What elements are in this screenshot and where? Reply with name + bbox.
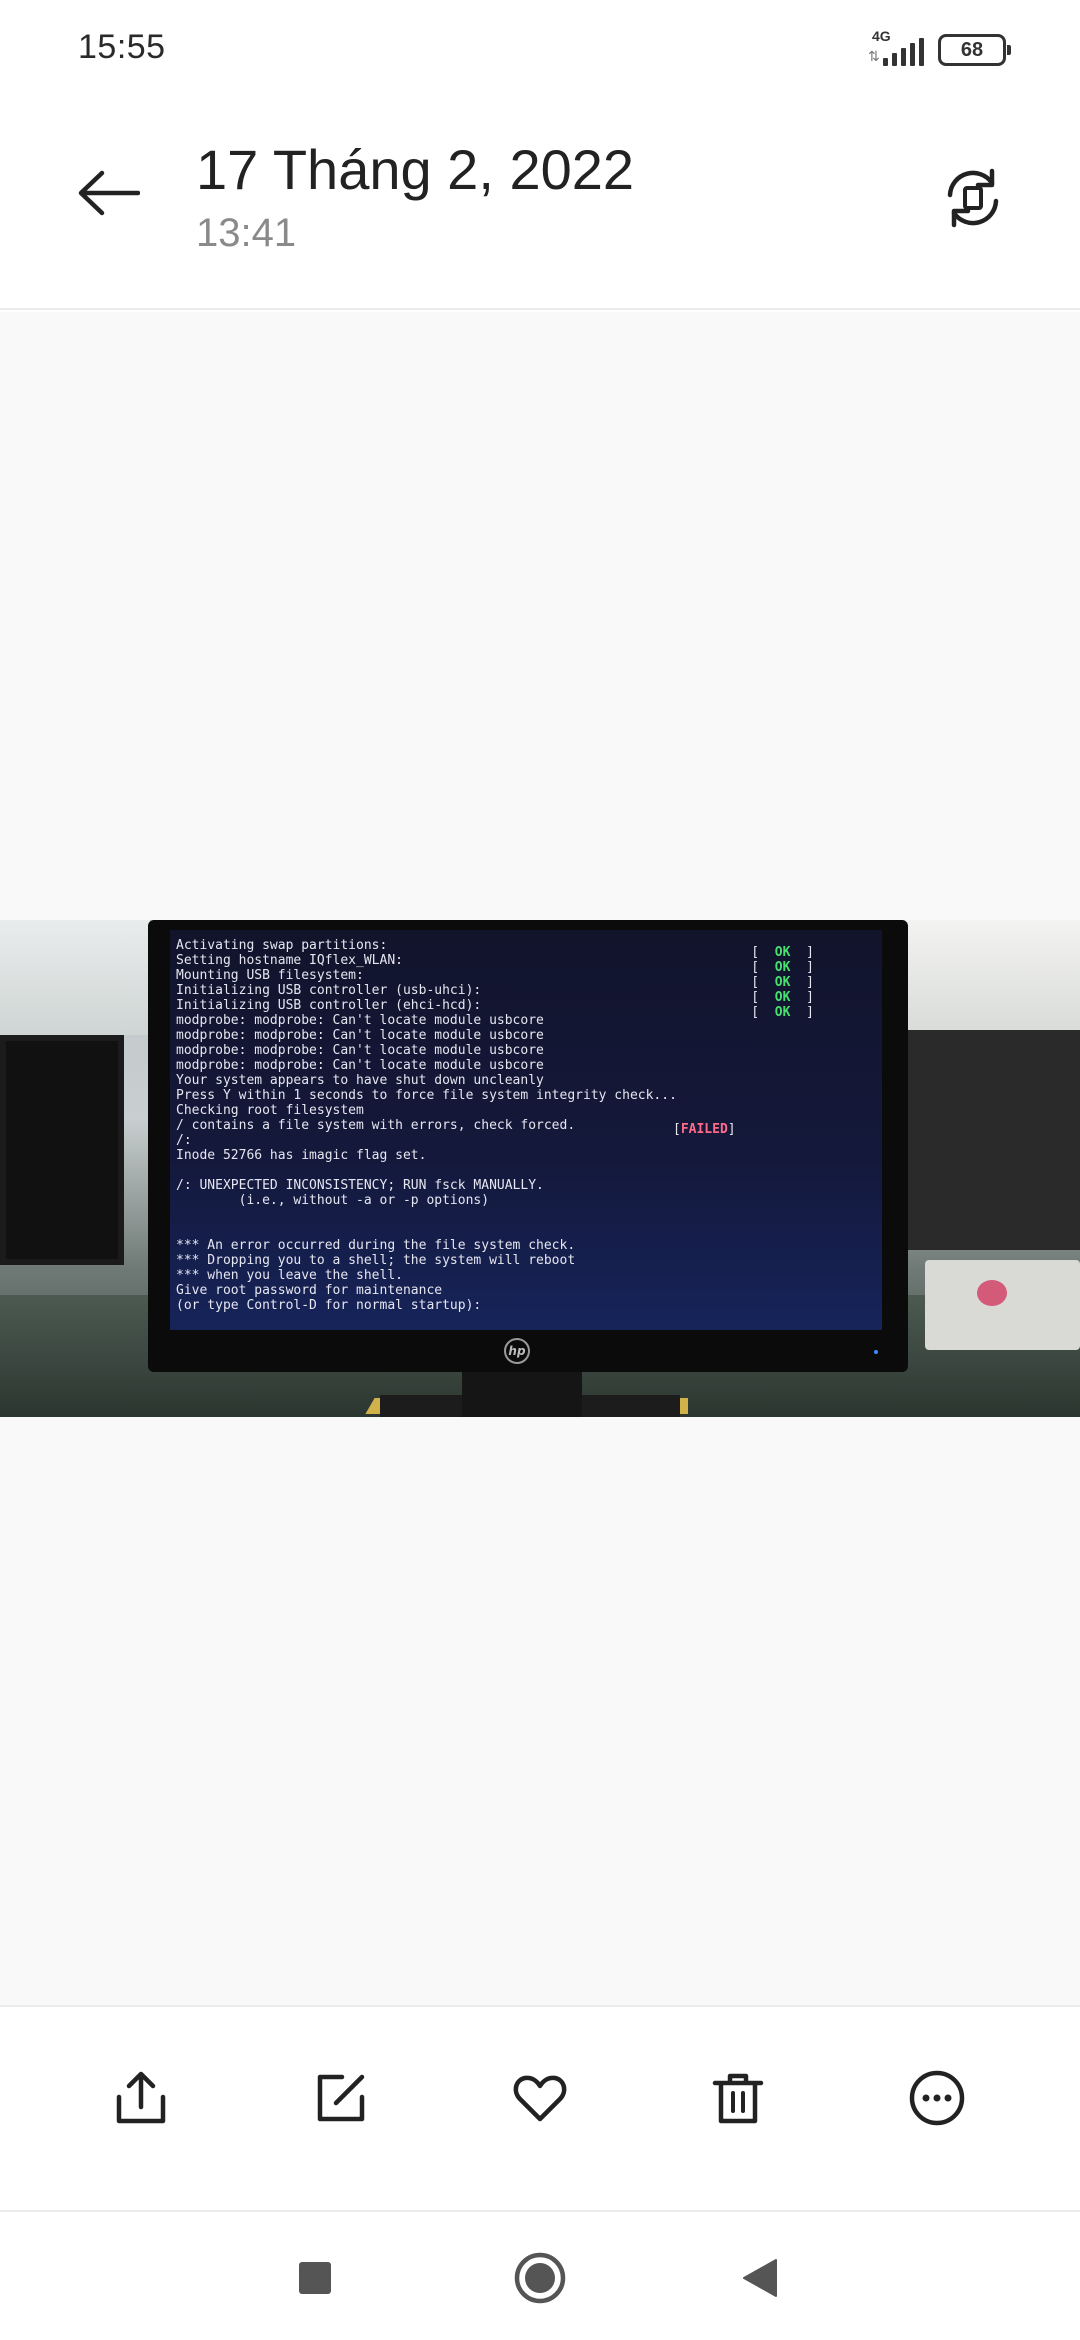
square-icon (299, 2262, 331, 2294)
status-bar: 15:55 4G ⇅ 68 (0, 0, 1080, 95)
favorite-button[interactable] (495, 2053, 585, 2143)
battery-icon: 68 (938, 34, 1011, 66)
recents-button[interactable] (285, 2248, 345, 2308)
arrow-left-icon (78, 170, 140, 216)
back-button[interactable] (78, 163, 158, 223)
trash-icon (712, 2073, 764, 2124)
terminal-line: Give root password for maintenance (176, 1283, 443, 1298)
failed-status: FAILED (680, 1122, 728, 1137)
home-button[interactable] (510, 2248, 570, 2308)
rotate-button[interactable] (940, 165, 1006, 231)
home-circle-icon (514, 2252, 566, 2304)
heart-icon (513, 2075, 567, 2122)
rotate-icon (947, 168, 999, 228)
photo-toolbar (0, 2005, 1080, 2210)
terminal-line: Your system appears to have shut down un… (176, 1073, 544, 1088)
terminal-line: Mounting USB filesystem: (176, 968, 364, 983)
edit-icon (317, 2074, 365, 2122)
terminal-line: (i.e., without -a or -p options) (176, 1193, 490, 1208)
monitor: Activating swap partitions: Setting hostn… (148, 920, 908, 1372)
terminal-line: modprobe: modprobe: Can't locate module … (176, 1013, 544, 1028)
status-time: 15:55 (78, 28, 166, 66)
terminal-line: *** An error occurred during the file sy… (176, 1238, 576, 1253)
terminal-line: /: UNEXPECTED INCONSISTENCY; RUN fsck MA… (176, 1178, 544, 1193)
more-icon (909, 2070, 965, 2126)
cellular-signal-icon: 4G ⇅ (866, 28, 924, 70)
system-nav-bar (0, 2210, 1080, 2340)
ok-status: OK (774, 990, 791, 1005)
ok-status: OK (774, 960, 791, 975)
background-monitor-left (0, 1035, 124, 1265)
status-indicators: 4G ⇅ 68 (866, 28, 1011, 70)
ok-status: OK (774, 1005, 791, 1020)
terminal-line: modprobe: modprobe: Can't locate module … (176, 1043, 544, 1058)
photo-date-title: 17 Tháng 2, 2022 (196, 138, 635, 201)
triangle-back-icon (743, 2259, 777, 2297)
terminal-line: modprobe: modprobe: Can't locate module … (176, 1028, 544, 1043)
background-device (925, 1260, 1080, 1350)
photo[interactable]: Activating swap partitions: Setting hostn… (0, 920, 1080, 1417)
monitor-screen: Activating swap partitions: Setting hostn… (170, 930, 882, 1330)
ok-status: OK (774, 975, 791, 990)
terminal-line: Inode 52766 has imagic flag set. (176, 1148, 427, 1163)
terminal-line: Initializing USB controller (ehci-hcd): (176, 998, 482, 1013)
terminal-output: Activating swap partitions: Setting hostn… (176, 938, 677, 1313)
terminal-failed-status: [FAILED] (673, 1122, 736, 1137)
more-button[interactable] (892, 2053, 982, 2143)
terminal-line: Activating swap partitions: (176, 938, 388, 953)
hp-logo: hp (504, 1338, 530, 1364)
ok-status: OK (774, 945, 791, 960)
terminal-line: / contains a file system with errors, ch… (176, 1118, 576, 1133)
photo-viewer[interactable]: Activating swap partitions: Setting hostn… (0, 312, 1080, 2005)
terminal-line: Press Y within 1 seconds to force file s… (176, 1088, 677, 1103)
terminal-line: Initializing USB controller (usb-uhci): (176, 983, 482, 998)
battery-level: 68 (960, 38, 984, 61)
share-icon (116, 2071, 166, 2124)
power-led (874, 1350, 878, 1354)
photo-time-subtitle: 13:41 (196, 211, 297, 255)
terminal-line: /: (176, 1133, 192, 1148)
terminal-line: modprobe: modprobe: Can't locate module … (176, 1058, 544, 1073)
delete-button[interactable] (693, 2053, 783, 2143)
nav-back-button[interactable] (730, 2248, 790, 2308)
background-monitor-right (905, 1030, 1080, 1250)
edit-button[interactable] (296, 2053, 386, 2143)
data-arrows-icon: ⇅ (868, 48, 880, 64)
terminal-line: Setting hostname IQflex_WLAN: (176, 953, 403, 968)
share-button[interactable] (96, 2053, 186, 2143)
terminal-line: *** Dropping you to a shell; the system … (176, 1253, 576, 1268)
terminal-line: *** when you leave the shell. (176, 1268, 403, 1283)
terminal-ok-statuses: [ OK ] [ OK ] [ OK ] [ OK ] [ OK ] (751, 945, 814, 1020)
terminal-line: (or type Control-D for normal startup): (176, 1298, 482, 1313)
viewer-header: 17 Tháng 2, 2022 13:41 (0, 95, 1080, 310)
terminal-line: Checking root filesystem (176, 1103, 364, 1118)
